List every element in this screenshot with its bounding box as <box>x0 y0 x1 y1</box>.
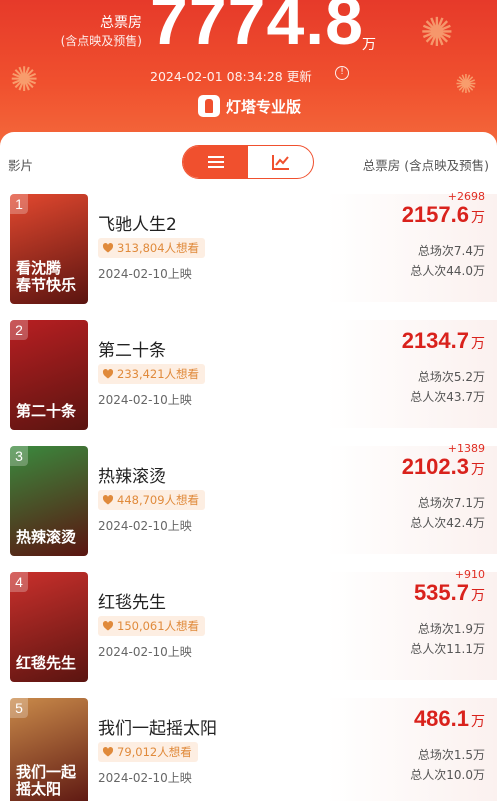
total-shows: 总场次5.2万 <box>417 370 485 384</box>
release-date: 2024-02-10上映 <box>98 771 192 785</box>
poster-title: 红毯先生 <box>16 654 77 672</box>
view-mode-toggle <box>182 145 314 179</box>
brand[interactable]: 灯塔专业版 <box>198 95 301 117</box>
want-count: 79,012人想看 <box>117 745 192 759</box>
column-header-gross: 总票房 (含点映及预售) <box>362 158 489 173</box>
gross-unit: 万 <box>471 714 485 730</box>
gross-value: 2102.3 <box>401 454 469 479</box>
brand-name: 灯塔专业版 <box>226 97 302 116</box>
rank-badge: 5 <box>10 698 28 718</box>
movie-gross: 2134.7 万 <box>402 328 485 354</box>
movie-poster[interactable]: 5 我们一起摇太阳 <box>10 698 88 801</box>
movie-row[interactable]: 4 红毯先生 红毯先生 150,061人想看 2024-02-10上映 +910 535.7… <box>0 568 497 688</box>
total-unit: 万 <box>362 37 376 53</box>
info-icon[interactable]: ! <box>335 66 349 80</box>
gross-value: 2134.7 <box>401 328 469 353</box>
heart-icon <box>102 242 114 254</box>
want-to-see-badge: 233,421人想看 <box>98 364 206 384</box>
movie-row[interactable]: 3 热辣滚烫 热辣滚烫 448,709人想看 2024-02-10上映 +1389 2102… <box>0 442 497 562</box>
movie-gross: 2102.3 万 <box>402 454 485 480</box>
gross-value: 2157.6 <box>401 202 469 227</box>
movie-poster[interactable]: 3 热辣滚烫 <box>10 446 88 556</box>
poster-title: 第二十条 <box>16 402 77 420</box>
heart-icon <box>102 494 114 506</box>
gross-unit: 万 <box>471 210 485 226</box>
rank-badge: 4 <box>10 572 28 592</box>
list-view-button[interactable] <box>183 146 248 178</box>
chart-view-button[interactable] <box>248 146 313 178</box>
total-sub-label: (含点映及预售) <box>60 34 142 48</box>
chart-icon <box>271 154 290 170</box>
movie-gross: 535.7 万 <box>414 580 485 606</box>
firework-decoration: ✺ <box>10 60 39 100</box>
gross-value: 486.1 <box>413 706 469 731</box>
want-to-see-badge: 79,012人想看 <box>98 742 198 762</box>
total-viewers: 总人次42.4万 <box>410 516 485 530</box>
column-header-film: 影片 <box>8 158 34 173</box>
poster-title: 我们一起摇太阳 <box>16 763 77 798</box>
total-label: 总票房 <box>100 15 142 31</box>
release-date: 2024-02-10上映 <box>98 519 192 533</box>
gross-unit: 万 <box>471 462 485 478</box>
movie-row[interactable]: 5 我们一起摇太阳 我们一起摇太阳 79,012人想看 2024-02-10上映 486.… <box>0 694 497 801</box>
poster-title: 热辣滚烫 <box>16 528 77 546</box>
heart-icon <box>102 746 114 758</box>
header-banner: ✺ ✺ ✺ 总票房 (含点映及预售) 7774.8 万 2024-02-01 0… <box>0 0 497 150</box>
movie-poster[interactable]: 4 红毯先生 <box>10 572 88 682</box>
want-count: 313,804人想看 <box>117 241 200 255</box>
want-count: 448,709人想看 <box>117 493 200 507</box>
movie-gross: 486.1 万 <box>414 706 485 732</box>
movie-title: 红毯先生 <box>98 593 166 613</box>
total-viewers: 总人次10.0万 <box>410 768 485 782</box>
firework-decoration: ✺ <box>420 10 454 56</box>
gross-value: 535.7 <box>413 580 469 605</box>
box-office-card: 影片 总票房 (含点映及预售) 1 看沈腾 春节快乐 飞驰人生2 313,804人想看… <box>0 132 497 801</box>
total-box-office: 7774.8 <box>150 0 364 59</box>
movie-gross: 2157.6 万 <box>402 202 485 228</box>
release-date: 2024-02-10上映 <box>98 393 192 407</box>
total-viewers: 总人次44.0万 <box>410 264 485 278</box>
lighthouse-logo-icon <box>198 95 220 117</box>
total-viewers: 总人次43.7万 <box>410 390 485 404</box>
want-to-see-badge: 313,804人想看 <box>98 238 206 258</box>
gross-unit: 万 <box>471 336 485 352</box>
movie-title: 飞驰人生2 <box>98 215 177 235</box>
total-shows: 总场次1.5万 <box>417 748 485 762</box>
heart-icon <box>102 368 114 380</box>
poster-title: 看沈腾 春节快乐 <box>16 259 77 294</box>
total-shows: 总场次7.4万 <box>417 244 485 258</box>
total-shows: 总场次7.1万 <box>417 496 485 510</box>
heart-icon <box>102 620 114 632</box>
want-count: 233,421人想看 <box>117 367 200 381</box>
movie-title: 热辣滚烫 <box>98 467 166 487</box>
movie-title: 我们一起摇太阳 <box>98 719 217 739</box>
want-to-see-badge: 150,061人想看 <box>98 616 206 636</box>
want-count: 150,061人想看 <box>117 619 200 633</box>
movie-row[interactable]: 1 看沈腾 春节快乐 飞驰人生2 313,804人想看 2024-02-10上映 +269… <box>0 190 497 310</box>
movie-poster[interactable]: 1 看沈腾 春节快乐 <box>10 194 88 304</box>
rank-badge: 2 <box>10 320 28 340</box>
release-date: 2024-02-10上映 <box>98 267 192 281</box>
update-time: 2024-02-01 08:34:28 更新 <box>150 69 312 84</box>
gross-unit: 万 <box>471 588 485 604</box>
movie-row[interactable]: 2 第二十条 第二十条 233,421人想看 2024-02-10上映 2134.7 万总场… <box>0 316 497 436</box>
movie-poster[interactable]: 2 第二十条 <box>10 320 88 430</box>
firework-decoration: ✺ <box>455 70 477 100</box>
total-shows: 总场次1.9万 <box>417 622 485 636</box>
want-to-see-badge: 448,709人想看 <box>98 490 206 510</box>
total-viewers: 总人次11.1万 <box>410 642 485 656</box>
rank-badge: 1 <box>10 194 28 214</box>
release-date: 2024-02-10上映 <box>98 645 192 659</box>
list-icon <box>207 156 224 168</box>
movie-title: 第二十条 <box>98 341 166 361</box>
rank-badge: 3 <box>10 446 28 466</box>
